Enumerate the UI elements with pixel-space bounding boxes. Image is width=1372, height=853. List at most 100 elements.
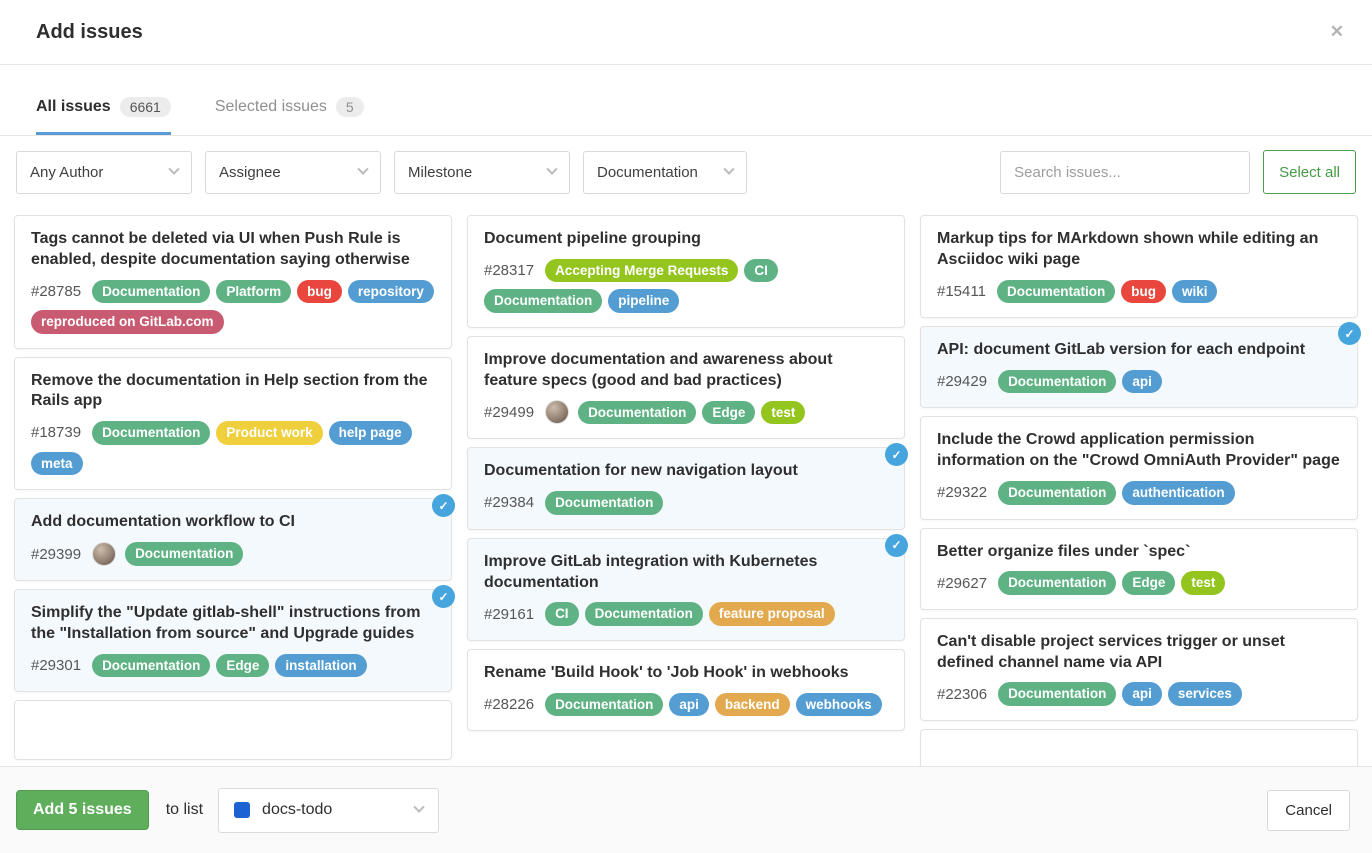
- label-reproduced-on-gitlab-com[interactable]: reproduced on GitLab.com: [31, 310, 224, 334]
- chevron-down-icon: [723, 164, 734, 175]
- label-bug[interactable]: bug: [1121, 280, 1166, 304]
- close-icon[interactable]: ✕: [1326, 18, 1348, 46]
- label-documentation[interactable]: Documentation: [545, 693, 663, 717]
- label-help-page[interactable]: help page: [329, 421, 412, 445]
- search-input[interactable]: [1000, 151, 1250, 194]
- issue-card-partial[interactable]: [14, 700, 452, 760]
- issue-card[interactable]: Can't disable project services trigger o…: [920, 618, 1358, 721]
- label-installation[interactable]: installation: [275, 654, 366, 678]
- label-documentation[interactable]: Documentation: [998, 571, 1116, 595]
- label-documentation[interactable]: Documentation: [92, 280, 210, 304]
- issue-card[interactable]: Remove the documentation in Help section…: [14, 357, 452, 491]
- label-documentation[interactable]: Documentation: [92, 421, 210, 445]
- issue-card-partial[interactable]: [920, 729, 1358, 766]
- label-documentation[interactable]: Documentation: [998, 481, 1116, 505]
- add-issues-button[interactable]: Add 5 issues: [16, 790, 149, 830]
- filter-dropdown-assignee[interactable]: Assignee: [205, 151, 381, 194]
- filter-dropdown-milestone[interactable]: Milestone: [394, 151, 570, 194]
- tab-count-badge: 5: [336, 97, 364, 117]
- issue-card[interactable]: ✓Documentation for new navigation layout…: [467, 447, 905, 529]
- tab-selected-issues[interactable]: Selected issues 5: [215, 97, 364, 135]
- list-color-swatch: [234, 802, 250, 818]
- label-documentation[interactable]: Documentation: [997, 280, 1115, 304]
- label-documentation[interactable]: Documentation: [578, 401, 696, 425]
- label-documentation[interactable]: Documentation: [585, 602, 703, 626]
- label-api[interactable]: api: [669, 693, 709, 717]
- issue-title: Markup tips for MArkdown shown while edi…: [937, 229, 1341, 271]
- issue-number: #29301: [31, 657, 81, 674]
- issue-number: #28785: [31, 283, 81, 300]
- label-webhooks[interactable]: webhooks: [796, 693, 882, 717]
- issue-column: Document pipeline grouping#28317Acceptin…: [467, 215, 905, 739]
- issue-meta: #29399 Documentation: [31, 542, 435, 566]
- label-accepting-merge-requests[interactable]: Accepting Merge Requests: [545, 259, 738, 283]
- issue-card[interactable]: ✓Improve GitLab integration with Kuberne…: [467, 538, 905, 641]
- issue-number: #29384: [484, 494, 534, 511]
- label-documentation[interactable]: Documentation: [998, 370, 1116, 394]
- tab-all-issues[interactable]: All issues6661: [36, 97, 171, 135]
- filter-dropdown-author[interactable]: Any Author: [16, 151, 192, 194]
- issue-title: Simplify the "Update gitlab-shell" instr…: [31, 603, 435, 645]
- label-edge[interactable]: Edge: [1122, 571, 1175, 595]
- issue-title: Tags cannot be deleted via UI when Push …: [31, 229, 435, 271]
- label-feature-proposal[interactable]: feature proposal: [709, 602, 835, 626]
- filter-dropdown-label[interactable]: Documentation: [583, 151, 747, 194]
- label-backend[interactable]: backend: [715, 693, 790, 717]
- list-select-dropdown[interactable]: docs-todo: [218, 788, 439, 833]
- issue-meta: #28785 DocumentationPlatformbugrepository…: [31, 280, 435, 334]
- label-product-work[interactable]: Product work: [216, 421, 322, 445]
- issue-card[interactable]: Document pipeline grouping#28317Acceptin…: [467, 215, 905, 328]
- issue-number: #28226: [484, 696, 534, 713]
- issue-card[interactable]: ✓Add documentation workflow to CI#29399D…: [14, 498, 452, 581]
- add-issues-modal: Add issues ✕ All issues6661 Selected issu…: [0, 0, 1372, 853]
- tab-label: Selected issues: [215, 98, 327, 116]
- issue-number: #28317: [484, 262, 534, 279]
- issue-card[interactable]: ✓API: document GitLab version for each e…: [920, 326, 1358, 408]
- issue-title: Documentation for new navigation layout: [484, 461, 888, 482]
- issue-number: #29399: [31, 546, 81, 563]
- issue-number: #29499: [484, 404, 534, 421]
- label-repository[interactable]: repository: [348, 280, 434, 304]
- issue-card[interactable]: Markup tips for MArkdown shown while edi…: [920, 215, 1358, 318]
- issue-column: Tags cannot be deleted via UI when Push …: [14, 215, 452, 766]
- selected-check-icon: ✓: [885, 443, 908, 466]
- to-list-text: to list: [166, 801, 203, 819]
- label-documentation[interactable]: Documentation: [92, 654, 210, 678]
- label-edge[interactable]: Edge: [216, 654, 269, 678]
- label-documentation[interactable]: Documentation: [125, 542, 243, 566]
- issue-board: Tags cannot be deleted via UI when Push …: [0, 207, 1372, 766]
- issue-card[interactable]: Include the Crowd application permission…: [920, 416, 1358, 519]
- issue-meta: #29384 Documentation: [484, 491, 888, 515]
- label-ci[interactable]: CI: [545, 602, 579, 626]
- issue-number: #29161: [484, 606, 534, 623]
- issue-card[interactable]: Rename 'Build Hook' to 'Job Hook' in web…: [467, 649, 905, 731]
- label-test[interactable]: test: [1181, 571, 1225, 595]
- filter-dropdown-value: Assignee: [219, 164, 281, 181]
- label-documentation[interactable]: Documentation: [998, 682, 1116, 706]
- issue-card[interactable]: Improve documentation and awareness abou…: [467, 336, 905, 440]
- select-all-button[interactable]: Select all: [1263, 150, 1356, 194]
- label-api[interactable]: api: [1122, 370, 1162, 394]
- issue-title: Can't disable project services trigger o…: [937, 632, 1341, 674]
- issue-card[interactable]: Better organize files under `spec`#29627…: [920, 528, 1358, 610]
- label-ci[interactable]: CI: [744, 259, 778, 283]
- label-documentation[interactable]: Documentation: [545, 491, 663, 515]
- label-bug[interactable]: bug: [297, 280, 342, 304]
- modal-header: Add issues ✕: [0, 0, 1372, 65]
- label-test[interactable]: test: [761, 401, 805, 425]
- label-authentication[interactable]: authentication: [1122, 481, 1234, 505]
- issue-title: API: document GitLab version for each en…: [937, 340, 1341, 361]
- label-api[interactable]: api: [1122, 682, 1162, 706]
- label-services[interactable]: services: [1168, 682, 1242, 706]
- cancel-button[interactable]: Cancel: [1267, 790, 1350, 831]
- label-edge[interactable]: Edge: [702, 401, 755, 425]
- label-platform[interactable]: Platform: [216, 280, 291, 304]
- issue-number: #15411: [937, 283, 986, 300]
- avatar: [545, 400, 569, 424]
- label-documentation[interactable]: Documentation: [484, 289, 602, 313]
- issue-card[interactable]: ✓Simplify the "Update gitlab-shell" inst…: [14, 589, 452, 692]
- issue-card[interactable]: Tags cannot be deleted via UI when Push …: [14, 215, 452, 349]
- label-pipeline[interactable]: pipeline: [608, 289, 679, 313]
- label-wiki[interactable]: wiki: [1172, 280, 1218, 304]
- label-meta[interactable]: meta: [31, 452, 83, 476]
